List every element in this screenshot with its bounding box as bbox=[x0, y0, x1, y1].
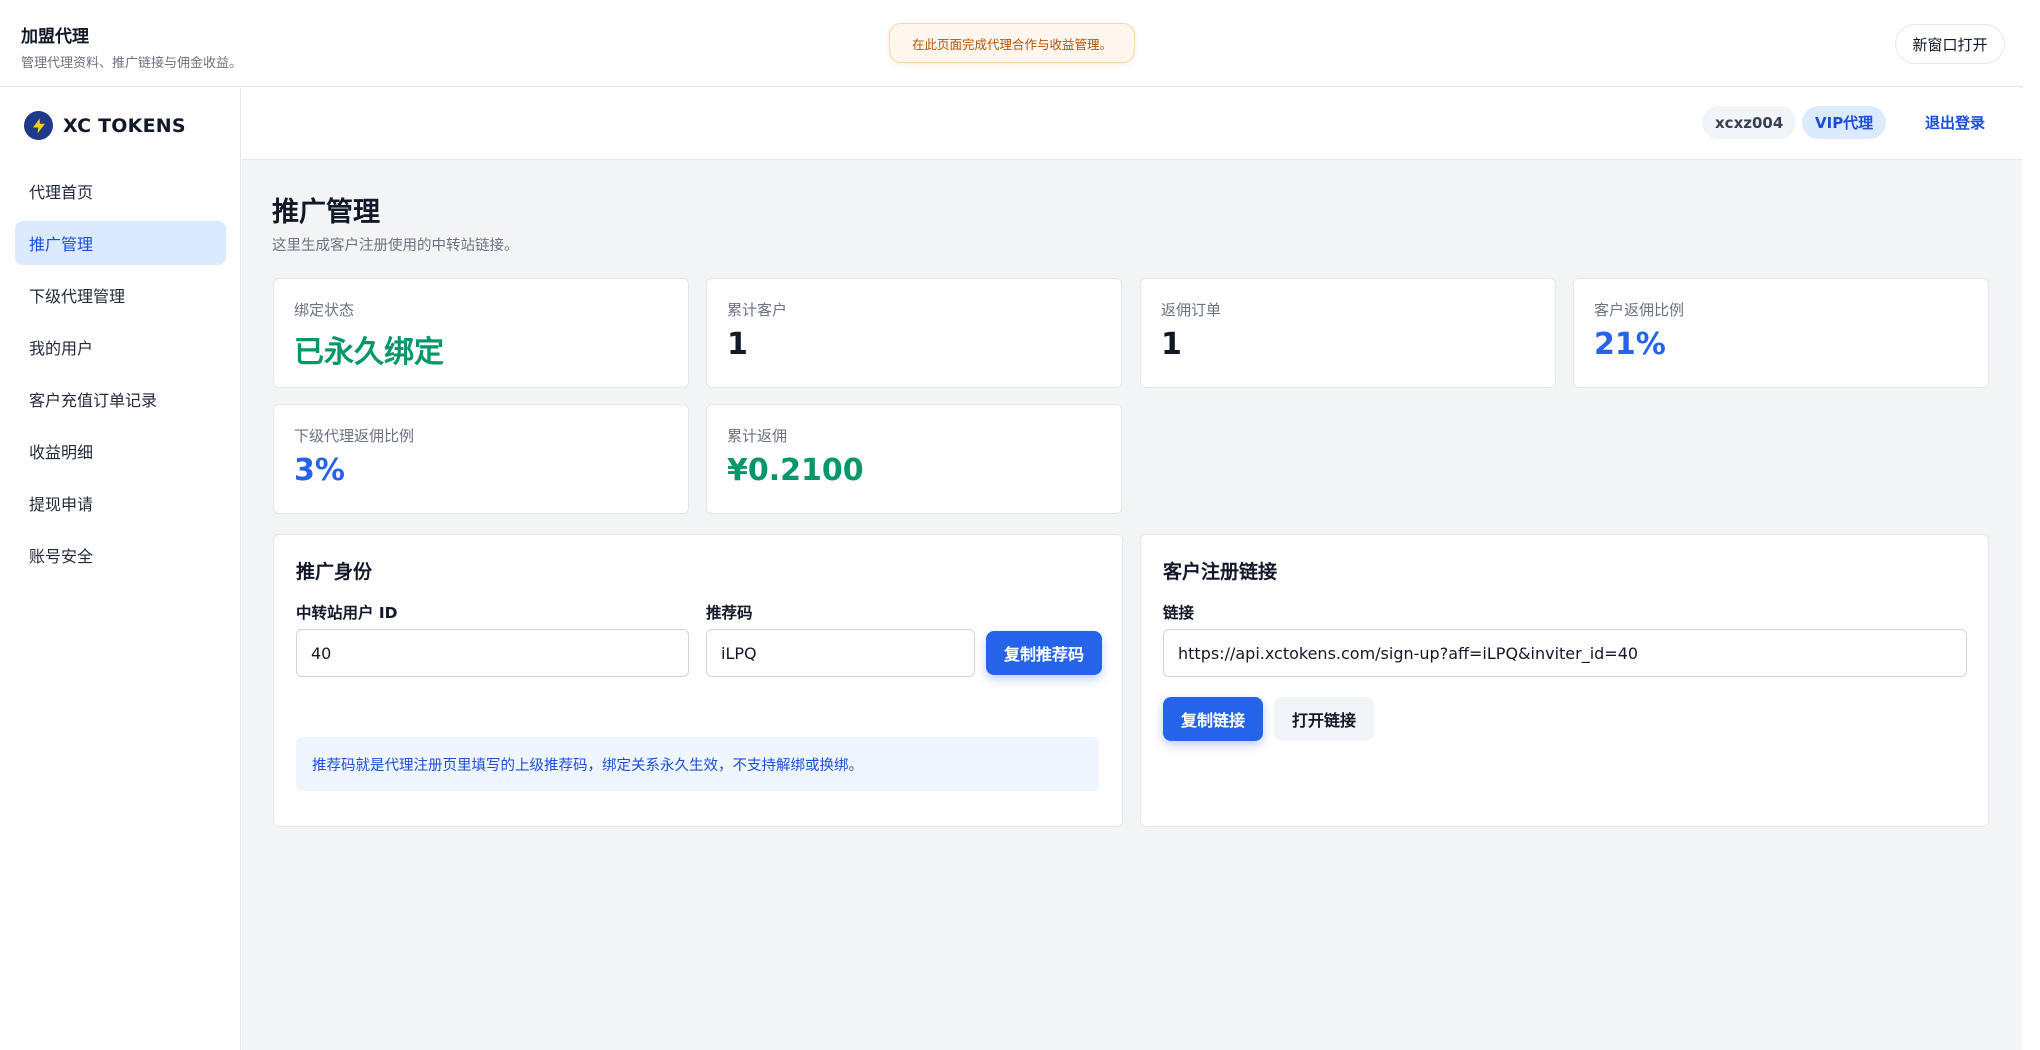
referral-code-label: 推荐码 bbox=[706, 604, 753, 622]
username-badge: xcxz004 bbox=[1702, 106, 1797, 139]
new-window-button[interactable]: 新窗口打开 bbox=[1895, 24, 2005, 64]
sidebar-item-label: 我的用户 bbox=[29, 339, 94, 358]
sidebar-item-withdraw[interactable]: 提现申请 bbox=[15, 481, 226, 525]
stat-label: 累计返佣 bbox=[727, 427, 788, 445]
sidebar-item-label: 收益明细 bbox=[29, 443, 94, 462]
sidebar-item-recharge-orders[interactable]: 客户充值订单记录 bbox=[15, 377, 226, 421]
link-label: 链接 bbox=[1163, 604, 1195, 622]
user-id-label: 中转站用户 ID bbox=[296, 604, 398, 622]
sidebar-item-security[interactable]: 账号安全 bbox=[15, 533, 226, 577]
brand-name: XC TOKENS bbox=[63, 114, 186, 137]
main-content: 推广管理 这里生成客户注册使用的中转站链接。 绑定状态 已永久绑定 累计客户 1… bbox=[242, 160, 2022, 1050]
sidebar-item-label: 下级代理管理 bbox=[29, 287, 126, 306]
header-title: 加盟代理 bbox=[21, 27, 89, 47]
stat-card-total-rebate: 累计返佣 ¥0.2100 bbox=[706, 404, 1122, 514]
stat-label: 客户返佣比例 bbox=[1594, 301, 1685, 319]
stat-label: 返佣订单 bbox=[1161, 301, 1222, 319]
app-frame: 加盟代理 管理代理资料、推广链接与佣金收益。 在此页面完成代理合作与收益管理。 … bbox=[0, 0, 2022, 1050]
brand[interactable]: XC TOKENS bbox=[24, 111, 186, 140]
page-subtitle: 这里生成客户注册使用的中转站链接。 bbox=[272, 238, 519, 254]
sidebar-item-label: 账号安全 bbox=[29, 547, 94, 566]
stat-value: 已永久绑定 bbox=[294, 335, 444, 370]
sidebar-item-my-users[interactable]: 我的用户 bbox=[15, 325, 226, 369]
header-subtitle: 管理代理资料、推广链接与佣金收益。 bbox=[21, 56, 243, 71]
sidebar: XC TOKENS 代理首页 推广管理 下级代理管理 我的用户 客户充值订单记录… bbox=[0, 88, 241, 1050]
notice-banner: 在此页面完成代理合作与收益管理。 bbox=[889, 23, 1135, 63]
sidebar-item-label: 代理首页 bbox=[29, 183, 94, 202]
stat-value: 1 bbox=[727, 327, 748, 362]
referral-hint: 推荐码就是代理注册页里填写的上级推荐码，绑定关系永久生效，不支持解绑或换绑。 bbox=[296, 737, 1099, 791]
copy-link-button[interactable]: 复制链接 bbox=[1163, 697, 1263, 741]
stat-value: 1 bbox=[1161, 327, 1182, 362]
sidebar-item-earnings[interactable]: 收益明细 bbox=[15, 429, 226, 473]
stat-value: ¥0.2100 bbox=[727, 453, 864, 488]
topbar: xcxz004 VIP代理 退出登录 bbox=[242, 88, 2022, 160]
stat-label: 累计客户 bbox=[727, 301, 788, 319]
stat-card-rebate-orders: 返佣订单 1 bbox=[1140, 278, 1556, 388]
promotion-identity-panel: 推广身份 中转站用户 ID 推荐码 复制推荐码 推荐码就是代理注册页里填写的上级… bbox=[273, 534, 1123, 827]
stat-label: 绑定状态 bbox=[294, 301, 355, 319]
stat-card-total-customers: 累计客户 1 bbox=[706, 278, 1122, 388]
user-id-input[interactable] bbox=[296, 629, 689, 677]
page-title: 推广管理 bbox=[272, 197, 380, 228]
stat-value: 3% bbox=[294, 453, 345, 488]
copy-referral-code-button[interactable]: 复制推荐码 bbox=[986, 631, 1102, 675]
panel-title: 推广身份 bbox=[296, 561, 373, 583]
open-link-button[interactable]: 打开链接 bbox=[1274, 697, 1374, 741]
lightning-icon bbox=[24, 111, 53, 140]
sidebar-item-label: 提现申请 bbox=[29, 495, 94, 514]
registration-link-panel: 客户注册链接 链接 复制链接 打开链接 bbox=[1140, 534, 1989, 827]
sidebar-item-promotion[interactable]: 推广管理 bbox=[15, 221, 226, 265]
sidebar-nav: 代理首页 推广管理 下级代理管理 我的用户 客户充值订单记录 收益明细 提现申请… bbox=[15, 169, 226, 585]
sidebar-item-label: 客户充值订单记录 bbox=[29, 391, 158, 410]
registration-link-input[interactable] bbox=[1163, 629, 1967, 677]
stat-card-binding-status: 绑定状态 已永久绑定 bbox=[273, 278, 689, 388]
stat-value: 21% bbox=[1594, 327, 1666, 362]
sidebar-item-home[interactable]: 代理首页 bbox=[15, 169, 226, 213]
stat-card-sub-agent-rebate-rate: 下级代理返佣比例 3% bbox=[273, 404, 689, 514]
outer-header: 加盟代理 管理代理资料、推广链接与佣金收益。 在此页面完成代理合作与收益管理。 … bbox=[0, 0, 2022, 87]
sidebar-item-sub-agents[interactable]: 下级代理管理 bbox=[15, 273, 226, 317]
stat-label: 下级代理返佣比例 bbox=[294, 427, 415, 445]
stat-card-customer-rebate-rate: 客户返佣比例 21% bbox=[1573, 278, 1989, 388]
window-scrollbar bbox=[2022, 0, 2040, 1050]
role-badge: VIP代理 bbox=[1802, 106, 1887, 139]
logout-button[interactable]: 退出登录 bbox=[1915, 106, 1995, 139]
sidebar-item-label: 推广管理 bbox=[29, 235, 94, 254]
panel-title: 客户注册链接 bbox=[1163, 561, 1278, 583]
referral-code-input[interactable] bbox=[706, 629, 975, 677]
